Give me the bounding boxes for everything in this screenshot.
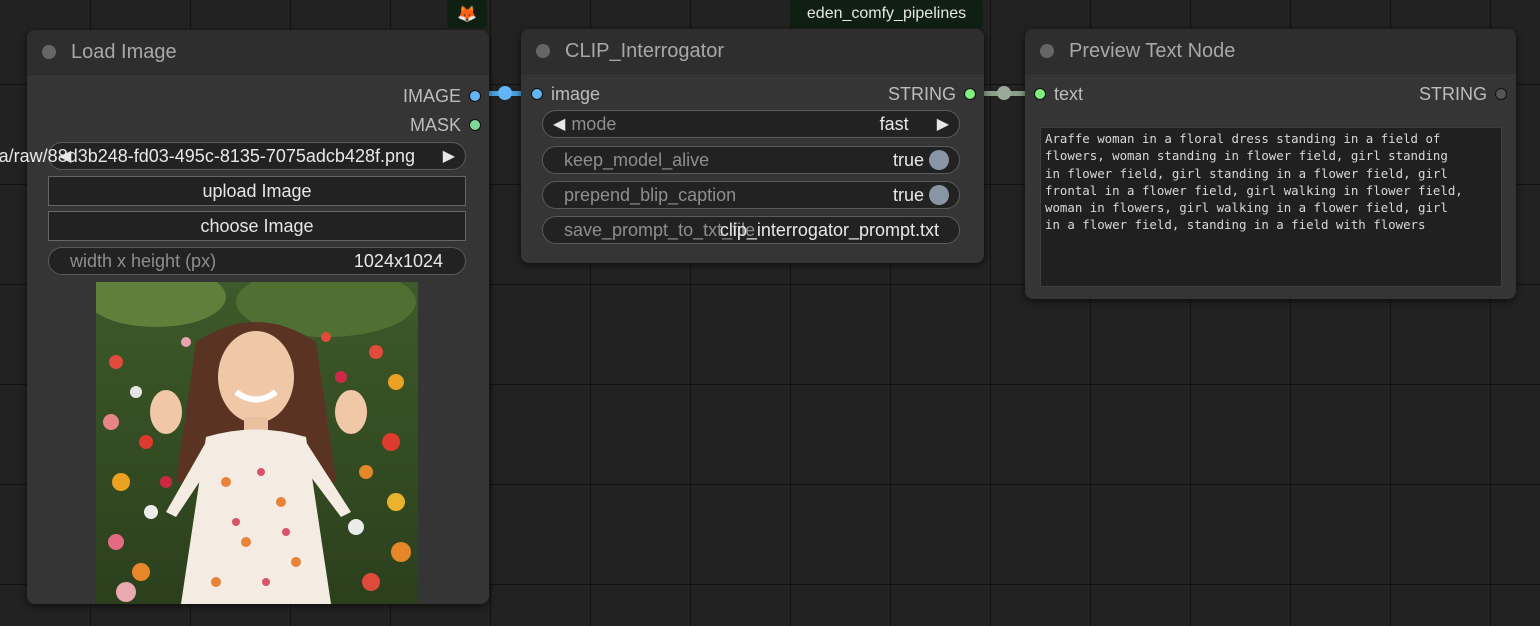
choose-image-button[interactable]: choose Image: [48, 211, 466, 241]
preview-text-node[interactable]: Preview Text Node text STRING Araffe wom…: [1025, 29, 1516, 299]
output-image[interactable]: IMAGE: [403, 86, 481, 106]
prev-arrow-icon[interactable]: ◀: [553, 114, 565, 134]
node-header[interactable]: Load Image: [27, 30, 489, 75]
node-title: CLIP_Interrogator: [565, 39, 724, 62]
image-preview: [96, 282, 418, 604]
input-text-label: text: [1054, 83, 1084, 104]
mode-label: mode: [571, 113, 617, 134]
output-string[interactable]: STRING: [1419, 84, 1507, 104]
output-string-label: STRING: [887, 83, 956, 104]
toggle-knob[interactable]: [929, 150, 949, 170]
node-title: Preview Text Node: [1069, 39, 1236, 62]
next-arrow-icon[interactable]: ▶: [937, 114, 949, 134]
output-mask-label: MASK: [409, 114, 461, 135]
keep-model-alive-label: keep_model_alive: [564, 149, 710, 170]
mask-output-dot[interactable]: [469, 119, 481, 131]
keep-model-alive-value: true: [892, 149, 924, 170]
string-output-dot[interactable]: [1495, 88, 1507, 100]
collapse-dot[interactable]: [536, 44, 550, 58]
mode-value: fast: [879, 113, 909, 134]
image-file-value: dia/raw/88d3b248-fd03-495c-8135-7075adcb…: [0, 145, 415, 166]
string-output-dot[interactable]: [964, 88, 976, 100]
size-label: width x height (px): [70, 250, 217, 271]
output-mask[interactable]: MASK: [410, 115, 481, 135]
node-header[interactable]: Preview Text Node: [1025, 29, 1516, 74]
fox-icon: 🦊: [447, 0, 487, 28]
toggle-knob[interactable]: [929, 185, 949, 205]
save-prompt-widget[interactable]: save_prompt_to_txt_file clip_interrogato…: [542, 216, 960, 244]
input-image[interactable]: image: [531, 84, 600, 104]
clip-interrogator-node[interactable]: CLIP_Interrogator image STRING ◀ mode fa…: [521, 29, 984, 263]
image-link-midpoint[interactable]: [498, 86, 512, 100]
node-title: Load Image: [71, 40, 177, 63]
input-image-label: image: [551, 83, 601, 104]
collapse-dot[interactable]: [1040, 44, 1054, 58]
upload-image-button[interactable]: upload Image: [48, 176, 466, 206]
preview-illustration: [96, 282, 418, 604]
prepend-blip-caption-value: true: [892, 184, 924, 205]
next-arrow-icon[interactable]: ▶: [443, 146, 455, 166]
node-header[interactable]: CLIP_Interrogator: [521, 29, 984, 74]
size-widget[interactable]: width x height (px) 1024x1024: [48, 247, 466, 275]
string-link-midpoint[interactable]: [997, 86, 1011, 100]
image-output-dot[interactable]: [469, 90, 481, 102]
input-text[interactable]: text: [1034, 84, 1083, 104]
mode-combo[interactable]: ◀ mode fast ▶: [542, 110, 960, 138]
collapse-dot[interactable]: [42, 45, 56, 59]
size-value: 1024x1024: [353, 250, 443, 271]
save-prompt-value: clip_interrogator_prompt.txt: [719, 219, 939, 240]
output-string[interactable]: STRING: [888, 84, 976, 104]
pipeline-badge: eden_comfy_pipelines: [790, 0, 983, 28]
prepend-blip-caption-label: prepend_blip_caption: [564, 184, 737, 205]
prepend-blip-caption-toggle[interactable]: prepend_blip_caption true: [542, 181, 960, 209]
text-input-dot[interactable]: [1034, 88, 1046, 100]
image-input-dot[interactable]: [531, 88, 543, 100]
image-file-select[interactable]: ◀ dia/raw/88d3b248-fd03-495c-8135-7075ad…: [0, 142, 466, 170]
output-string-label: STRING: [1418, 83, 1487, 104]
keep-model-alive-toggle[interactable]: keep_model_alive true: [542, 146, 960, 174]
output-image-label: IMAGE: [402, 85, 461, 106]
preview-textarea[interactable]: Araffe woman in a floral dress standing …: [1040, 127, 1502, 287]
